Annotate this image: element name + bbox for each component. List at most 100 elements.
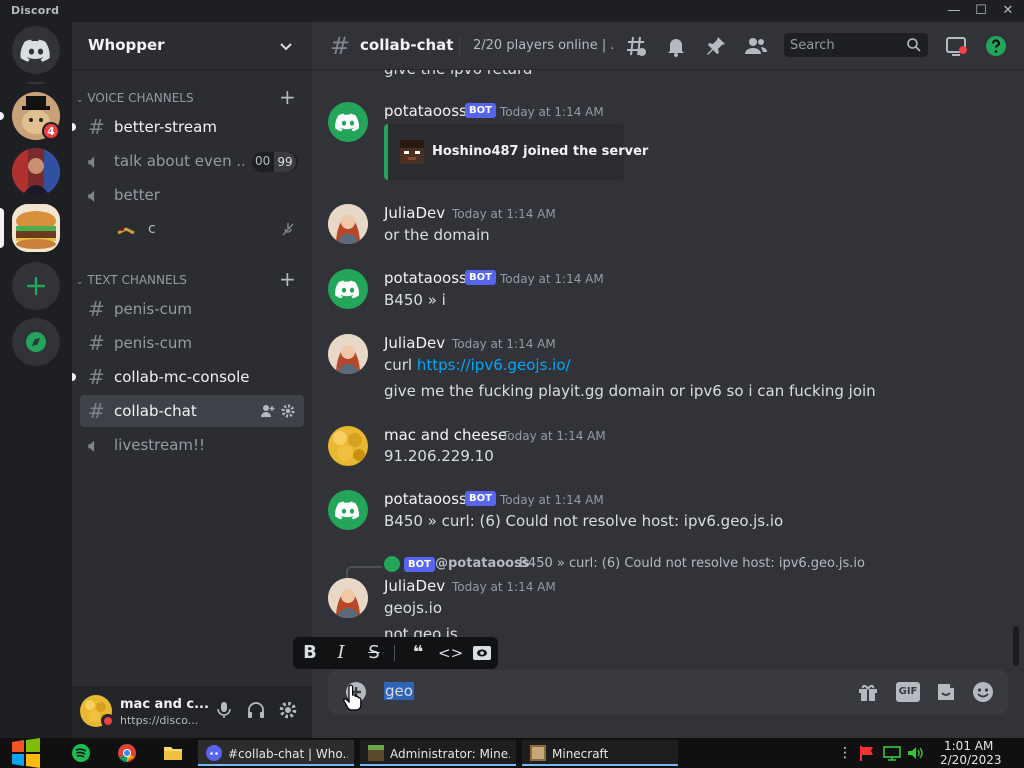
inbox-icon[interactable] bbox=[944, 34, 968, 58]
members-icon[interactable] bbox=[744, 34, 768, 58]
pin-icon[interactable] bbox=[704, 34, 728, 58]
windows-start-icon[interactable] bbox=[10, 738, 42, 768]
flag-icon[interactable] bbox=[858, 745, 876, 761]
direct-messages-button[interactable] bbox=[12, 26, 60, 74]
message-author[interactable]: JuliaDev bbox=[384, 204, 445, 222]
message-composer[interactable]: geo GIF bbox=[328, 670, 1008, 714]
avatar[interactable] bbox=[328, 204, 368, 244]
clock-time[interactable]: 1:01 AM bbox=[944, 739, 993, 753]
message-author[interactable]: mac and cheese bbox=[384, 426, 507, 444]
message-link[interactable]: https://ipv6.geojs.io/ bbox=[417, 356, 571, 374]
server-header[interactable]: Whopper bbox=[72, 22, 312, 70]
avatar[interactable] bbox=[328, 269, 368, 309]
burger-icon bbox=[12, 204, 60, 252]
avatar[interactable] bbox=[328, 490, 368, 530]
channel-topic[interactable]: 2/20 players online | ... bbox=[473, 38, 613, 53]
taskbar-item-discord[interactable]: #collab-chat | Who... bbox=[198, 740, 354, 766]
unread-indicator bbox=[72, 123, 76, 131]
mention-badge: 4 bbox=[42, 122, 60, 140]
headphones-icon[interactable] bbox=[246, 700, 266, 720]
bold-button[interactable]: B bbox=[298, 641, 322, 665]
user-limit-counter: 00 99 bbox=[252, 152, 298, 172]
gif-button[interactable]: GIF bbox=[896, 682, 920, 702]
avatar[interactable] bbox=[328, 426, 368, 466]
channel-livestream[interactable]: 🔈︎ livestream!! bbox=[80, 429, 304, 461]
threads-icon[interactable] bbox=[624, 34, 648, 58]
reply-preview[interactable]: B450 » curl: (6) Could not resolve host:… bbox=[519, 556, 865, 571]
quote-button[interactable]: ❝ bbox=[406, 641, 430, 665]
italic-button[interactable]: I bbox=[329, 641, 353, 665]
network-icon[interactable] bbox=[882, 745, 902, 761]
channel-collab-chat[interactable]: # collab-chat bbox=[80, 395, 304, 427]
channel-label: penis-cum bbox=[114, 300, 193, 318]
search-input[interactable]: Search bbox=[784, 33, 928, 57]
mic-muted-icon bbox=[282, 223, 294, 236]
microphone-icon[interactable] bbox=[214, 700, 234, 720]
overflow-menu-icon[interactable]: ⋮ bbox=[838, 744, 852, 762]
file-explorer-icon[interactable] bbox=[162, 740, 184, 766]
message-timestamp: Today at 1:14 AM bbox=[502, 429, 606, 443]
hash-icon: # bbox=[88, 115, 105, 139]
message-author[interactable]: JuliaDev bbox=[384, 334, 445, 352]
divider bbox=[394, 645, 395, 661]
avatar[interactable] bbox=[328, 102, 368, 142]
embed-text: Hoshino487 joined the server bbox=[432, 144, 649, 159]
channel-collab-mc-console[interactable]: # collab-mc-console bbox=[72, 361, 304, 393]
message-text: B450 » curl: (6) Could not resolve host:… bbox=[384, 512, 784, 530]
invite-icon[interactable] bbox=[260, 403, 276, 419]
channel-label: collab-chat bbox=[114, 402, 197, 420]
message-author[interactable]: potataooss bbox=[384, 102, 467, 120]
channel-better[interactable]: 🔈︎ better bbox=[80, 179, 304, 211]
composer-text: geo bbox=[384, 682, 414, 700]
gift-icon[interactable] bbox=[856, 680, 880, 704]
message-author[interactable]: potataooss bbox=[384, 490, 467, 508]
format-toolbar: B I S ❝ <> bbox=[293, 637, 498, 669]
text-category[interactable]: ⌄ TEXT CHANNELS + bbox=[76, 269, 296, 289]
avatar[interactable] bbox=[328, 578, 368, 618]
create-channel-icon[interactable]: + bbox=[279, 87, 296, 107]
volume-icon[interactable] bbox=[906, 745, 924, 761]
gear-icon[interactable] bbox=[280, 403, 296, 419]
channel-penis-cum-2[interactable]: # penis-cum bbox=[80, 327, 304, 359]
hash-icon: # bbox=[88, 331, 105, 355]
add-server-button[interactable] bbox=[12, 262, 60, 310]
channel-penis-cum[interactable]: # penis-cum bbox=[80, 293, 304, 325]
server-icon-portrait[interactable] bbox=[12, 148, 60, 196]
message-text: give the ipv6 retard bbox=[384, 70, 532, 78]
sticker-icon[interactable] bbox=[934, 680, 958, 704]
taskbar-item-console[interactable]: Administrator: Mine... bbox=[360, 740, 516, 766]
spoiler-eye-icon[interactable] bbox=[470, 641, 494, 665]
settings-gear-icon[interactable] bbox=[278, 700, 298, 720]
create-channel-icon[interactable]: + bbox=[279, 269, 296, 289]
server-icon-whopper[interactable] bbox=[12, 204, 60, 252]
message-text: B450 » i bbox=[384, 291, 446, 309]
title-bar: Discord — ☐ ✕ bbox=[0, 0, 1024, 22]
chevron-icon: ⌄ bbox=[76, 277, 84, 287]
spotify-icon[interactable] bbox=[70, 740, 92, 766]
taskbar-item-minecraft[interactable]: Minecraft bbox=[522, 740, 678, 766]
avatar[interactable] bbox=[328, 334, 368, 374]
plus-icon bbox=[26, 276, 46, 296]
code-button[interactable]: <> bbox=[438, 641, 463, 665]
help-icon[interactable] bbox=[984, 34, 1008, 58]
channel-talk-about-even[interactable]: 🔈︎ talk about even ... 00 99 bbox=[80, 145, 304, 177]
bot-badge: BOT bbox=[465, 491, 496, 506]
message-author[interactable]: JuliaDev bbox=[384, 577, 445, 595]
voice-user[interactable]: c bbox=[112, 217, 304, 241]
reply-avatar bbox=[384, 556, 400, 572]
channel-better-stream[interactable]: # better-stream bbox=[72, 111, 304, 143]
chrome-icon[interactable] bbox=[116, 740, 138, 766]
message-author[interactable]: potataooss bbox=[384, 269, 467, 287]
reply-mention[interactable]: @potataooss bbox=[435, 556, 530, 571]
compass-icon bbox=[26, 332, 46, 352]
explore-servers-button[interactable] bbox=[12, 318, 60, 366]
strikethrough-button[interactable]: S bbox=[362, 641, 386, 665]
clock-date[interactable]: 2/20/2023 bbox=[940, 753, 1002, 767]
bell-icon[interactable] bbox=[664, 34, 688, 58]
close-button[interactable]: ✕ bbox=[991, 0, 1024, 22]
scrollbar[interactable] bbox=[1013, 626, 1019, 666]
voice-category[interactable]: ⌄ VOICE CHANNELS + bbox=[76, 87, 296, 107]
unread-indicator bbox=[0, 112, 4, 120]
emoji-icon[interactable] bbox=[971, 680, 995, 704]
separator bbox=[28, 82, 44, 84]
